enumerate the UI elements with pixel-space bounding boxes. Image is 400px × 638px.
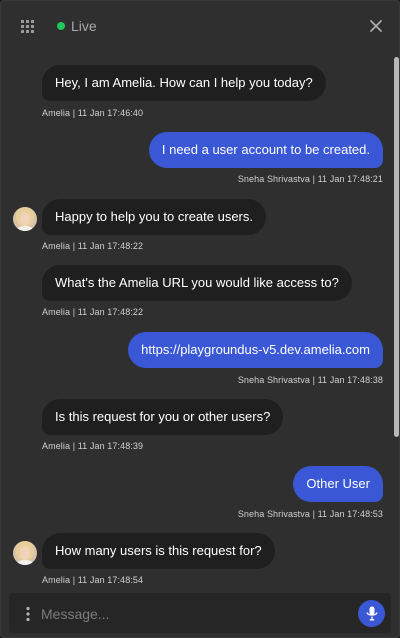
agent-message: What's the Amelia URL you would like acc… (42, 265, 352, 301)
message-meta: Sneha Shrivastva | 11 Jan 17:48:21 (237, 174, 383, 184)
message-meta: Amelia | 11 Jan 17:48:22 (42, 307, 144, 317)
message-meta: Amelia | 11 Jan 17:48:39 (42, 441, 144, 451)
message-meta: Sneha Shrivastva | 11 Jan 17:48:38 (237, 375, 383, 385)
message-meta: Amelia | 11 Jan 17:48:54 (42, 575, 144, 585)
message-list: Hey, I am Amelia. How can I help you tod… (1, 51, 399, 591)
message-input[interactable] (39, 599, 343, 629)
message-meta: Sneha Shrivastva | 11 Jan 17:48:53 (237, 509, 383, 519)
message-meta: Amelia | 11 Jan 17:46:40 (42, 108, 144, 118)
amelia-avatar (13, 207, 37, 231)
close-icon[interactable] (369, 19, 383, 33)
user-message: Other User (293, 466, 383, 502)
grid-icon[interactable] (21, 20, 34, 33)
microphone-button[interactable] (358, 600, 385, 627)
scrollbar-thumb[interactable] (394, 57, 399, 437)
agent-message: How many users is this request for? (42, 533, 275, 569)
agent-message: Happy to help you to create users. (42, 199, 267, 235)
live-status-dot-icon (57, 22, 65, 30)
live-status-label: Live (71, 18, 97, 34)
user-message: I need a user account to be created. (148, 132, 383, 168)
chat-window: Live Hey, I am Amelia. How can I help yo… (0, 0, 400, 638)
agent-message: Is this request for you or other users? (42, 399, 284, 435)
amelia-avatar (13, 541, 37, 565)
message-composer (9, 593, 391, 633)
agent-message: Hey, I am Amelia. How can I help you tod… (42, 65, 326, 101)
user-message: https://playgroundus-v5.dev.amelia.com (128, 332, 383, 368)
more-vertical-icon[interactable] (25, 606, 31, 622)
message-meta: Amelia | 11 Jan 17:48:22 (42, 241, 144, 251)
microphone-icon (366, 606, 378, 621)
chat-header: Live (1, 1, 399, 51)
